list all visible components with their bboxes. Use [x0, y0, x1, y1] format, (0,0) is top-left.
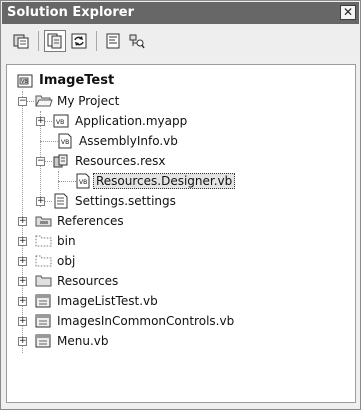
expand-icon[interactable]: +: [18, 217, 27, 226]
form-icon: [35, 334, 51, 348]
toolbar-separator: [38, 31, 39, 51]
view-code-icon: [106, 33, 120, 49]
tree-item-label: References: [57, 214, 124, 228]
tree-item-label: obj: [57, 254, 76, 268]
svg-text:VB: VB: [21, 79, 28, 85]
expand-icon[interactable]: +: [18, 277, 27, 286]
view-code-button[interactable]: [102, 30, 124, 52]
class-view-button[interactable]: [126, 30, 148, 52]
tree-item-bin[interactable]: + bin: [7, 231, 355, 251]
references-icon: [35, 216, 52, 227]
tree-item-imagesincommoncontrols[interactable]: + ImagesInCommonControls.vb: [7, 311, 355, 331]
tree-item-label: My Project: [57, 94, 120, 108]
expand-icon[interactable]: +: [18, 297, 27, 306]
properties-icon: [13, 34, 29, 49]
tree-item-label: bin: [57, 234, 76, 248]
show-all-files-icon: [47, 33, 62, 49]
tree-item-label: Menu.vb: [57, 334, 109, 348]
tree-item-label: Application.myapp: [75, 114, 188, 128]
svg-text:VB: VB: [79, 179, 87, 186]
tree-item-settings[interactable]: + Settings.settings: [7, 191, 355, 211]
form-icon: [35, 294, 51, 308]
form-icon: [35, 314, 51, 328]
properties-button[interactable]: [10, 30, 32, 52]
refresh-icon: [71, 33, 87, 49]
solution-explorer-window: Solution Explorer ✕ VB ImageTest − My Pr…: [0, 0, 361, 410]
tree-item-menu[interactable]: + Menu.vb: [7, 331, 355, 351]
collapse-icon[interactable]: −: [36, 157, 45, 166]
tree-item-resources-designer[interactable]: VB Resources.Designer.vb: [7, 171, 355, 191]
vb-file-icon: VB: [58, 133, 72, 149]
tree-item-imagelisttest[interactable]: + ImageListTest.vb: [7, 291, 355, 311]
collapse-icon[interactable]: −: [18, 97, 27, 106]
tree-item-obj[interactable]: + obj: [7, 251, 355, 271]
expand-icon[interactable]: +: [18, 317, 27, 326]
refresh-button[interactable]: [68, 30, 90, 52]
svg-text:VB: VB: [56, 119, 64, 126]
expand-icon[interactable]: +: [36, 117, 45, 126]
tree-item-label: Resources: [57, 274, 119, 288]
expand-icon[interactable]: +: [18, 337, 27, 346]
tree-item-label: ImagesInCommonControls.vb: [57, 314, 235, 328]
toolbar-separator: [96, 31, 97, 51]
toolbar: [2, 25, 359, 57]
expand-icon[interactable]: +: [18, 257, 27, 266]
solution-tree[interactable]: VB ImageTest − My Project + VB Applicati…: [6, 64, 356, 403]
svg-text:VB: VB: [61, 139, 69, 146]
expand-icon[interactable]: +: [36, 197, 45, 206]
close-button[interactable]: ✕: [340, 5, 356, 20]
close-icon: ✕: [342, 5, 354, 19]
folder-dotted-icon: [35, 255, 52, 267]
tree-item-assemblyinfo[interactable]: VB AssemblyInfo.vb: [7, 131, 355, 151]
resx-icon: [53, 154, 68, 168]
folder-dotted-icon: [35, 235, 52, 247]
folder-icon: [35, 275, 52, 287]
tree-item-application-myapp[interactable]: + VB Application.myapp: [7, 111, 355, 131]
tree-item-label: AssemblyInfo.vb: [79, 134, 178, 148]
tree-item-resources-resx[interactable]: − Resources.resx: [7, 151, 355, 171]
tree-root[interactable]: VB ImageTest: [7, 71, 355, 91]
tree-item-label: Resources.Designer.vb: [93, 173, 236, 189]
tree-item-my-project[interactable]: − My Project: [7, 91, 355, 111]
vb-project-icon: VB: [17, 74, 33, 88]
tree-item-label: Resources.resx: [75, 154, 166, 168]
vb-file-icon: VB: [53, 114, 69, 128]
vb-file-icon: VB: [76, 173, 90, 189]
window-title: Solution Explorer: [7, 5, 134, 20]
tree-item-resources-folder[interactable]: + Resources: [7, 271, 355, 291]
expand-icon[interactable]: +: [18, 237, 27, 246]
tree-item-references[interactable]: + References: [7, 211, 355, 231]
class-view-icon: [129, 34, 145, 49]
tree-item-label: Settings.settings: [75, 194, 176, 208]
folder-open-icon: [35, 95, 53, 107]
title-bar: Solution Explorer ✕: [2, 2, 359, 24]
show-all-files-button[interactable]: [44, 30, 66, 52]
settings-file-icon: [54, 193, 68, 209]
tree-root-label: ImageTest: [39, 73, 115, 88]
tree-item-label: ImageListTest.vb: [57, 294, 158, 308]
